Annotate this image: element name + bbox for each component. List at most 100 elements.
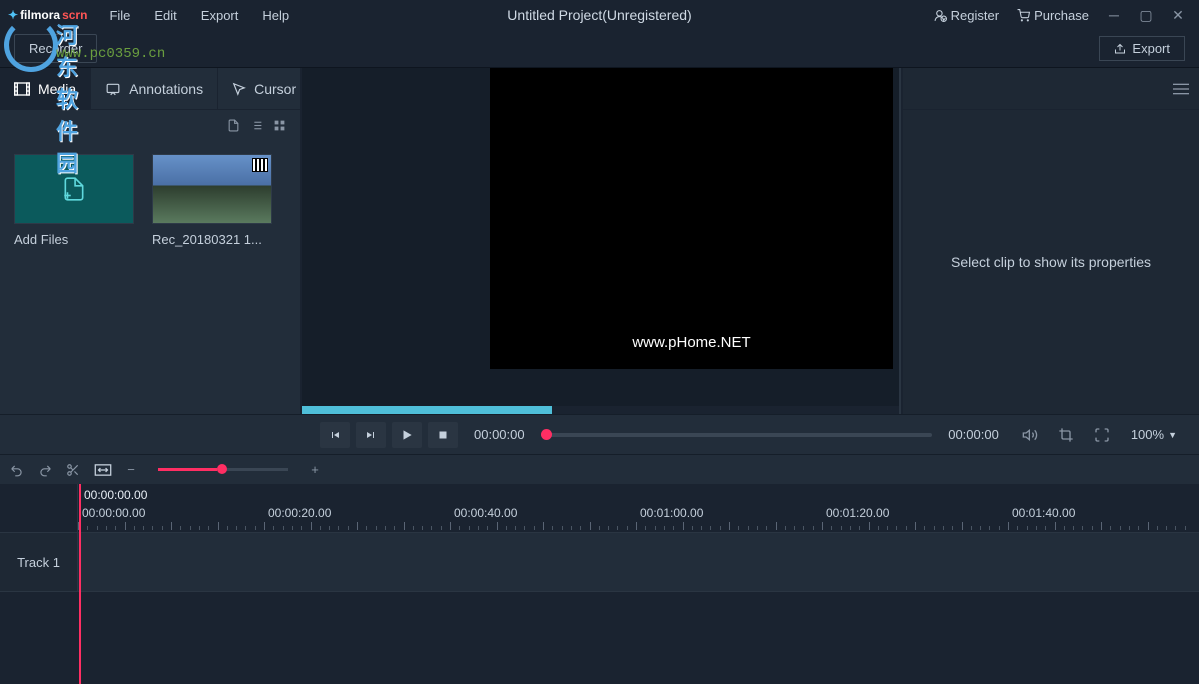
media-clip-item[interactable]: Rec_20180321 1...: [152, 154, 272, 247]
preview-watermark: www.pHome.NET: [632, 334, 750, 351]
menu-file[interactable]: File: [99, 4, 140, 27]
fullscreen-button[interactable]: [1087, 422, 1117, 448]
menu-icon[interactable]: [1173, 83, 1189, 95]
zoom-slider-handle[interactable]: [217, 464, 227, 474]
tick-mark: [1148, 522, 1149, 530]
prev-frame-button[interactable]: [320, 422, 350, 448]
tab-annotations[interactable]: Annotations: [91, 68, 218, 109]
list-view-icon[interactable]: [250, 119, 263, 132]
tick-mark: [264, 522, 265, 530]
tick-mark: [487, 526, 488, 530]
menu-export[interactable]: Export: [191, 4, 249, 27]
tick-mark: [143, 526, 144, 530]
tick-mark: [208, 526, 209, 530]
menu-edit[interactable]: Edit: [144, 4, 186, 27]
tick-mark: [720, 526, 721, 530]
menubar: File Edit Export Help: [99, 4, 299, 27]
next-frame-button[interactable]: [356, 422, 386, 448]
preview-scrollbar-thumb[interactable]: [302, 406, 552, 414]
tick-mark: [422, 526, 423, 530]
tick-mark: [1166, 526, 1167, 530]
grid-view-icon[interactable]: [273, 119, 286, 132]
menu-help[interactable]: Help: [252, 4, 299, 27]
tick-mark: [273, 526, 274, 530]
timeline-ruler[interactable]: 00:00:00.00 00:00:00.00 00:00:20.00 00:0…: [0, 484, 1199, 532]
recorder-button[interactable]: Recorder: [14, 34, 97, 63]
tick-mark: [1120, 526, 1121, 530]
tick-mark: [813, 526, 814, 530]
cut-button[interactable]: [66, 463, 84, 477]
cursor-icon: [232, 82, 246, 96]
tab-cursor[interactable]: Cursor: [218, 68, 311, 109]
add-file-icon: [61, 176, 87, 202]
tick-mark: [134, 526, 135, 530]
tick-mark: [683, 522, 684, 530]
tick-mark: [1185, 526, 1186, 530]
track-label: Track 1: [0, 533, 78, 591]
stop-button[interactable]: [428, 422, 458, 448]
tick-mark: [1175, 526, 1176, 530]
zoom-slider[interactable]: [158, 468, 288, 471]
logo-mark-icon: ✦: [8, 8, 18, 22]
tick-label: 00:01:20.00: [826, 506, 889, 520]
seek-handle[interactable]: [541, 429, 552, 440]
tick-mark: [1073, 526, 1074, 530]
tick-mark: [292, 526, 293, 530]
total-time: 00:00:00: [938, 427, 1009, 442]
track-header-col: [0, 484, 78, 532]
tab-media-label: Media: [38, 81, 76, 97]
play-button[interactable]: [392, 422, 422, 448]
export-icon: [1114, 43, 1126, 55]
tick-mark: [794, 526, 795, 530]
tick-mark: [236, 526, 237, 530]
brand-text2: scrn: [62, 8, 87, 22]
tick-mark: [580, 526, 581, 530]
tick-mark: [1008, 522, 1009, 530]
ruler-ticks: 00:00:00.00 00:00:20.00 00:00:40.00 00:0…: [78, 506, 1199, 530]
tab-media[interactable]: Media: [0, 68, 91, 109]
tick-mark: [785, 526, 786, 530]
tick-mark: [245, 526, 246, 530]
zoom-slider-fill: [158, 468, 217, 471]
purchase-link[interactable]: Purchase: [1011, 6, 1095, 25]
tick-label: 00:01:00.00: [640, 506, 703, 520]
tick-mark: [125, 522, 126, 530]
track-body[interactable]: [78, 533, 1199, 591]
seek-bar[interactable]: [541, 433, 933, 437]
tick-mark: [1092, 526, 1093, 530]
tick-mark: [766, 526, 767, 530]
close-button[interactable]: ✕: [1165, 5, 1191, 25]
tick-mark: [106, 526, 107, 530]
preview-scrollbar[interactable]: [302, 406, 899, 414]
tick-mark: [320, 526, 321, 530]
tick-label: 00:00:40.00: [454, 506, 517, 520]
register-link[interactable]: Register: [928, 6, 1005, 25]
tick-mark: [87, 526, 88, 530]
tab-annotations-label: Annotations: [129, 81, 203, 97]
redo-button[interactable]: [38, 463, 56, 477]
tick-mark: [376, 526, 377, 530]
export-button[interactable]: Export: [1099, 36, 1185, 61]
maximize-button[interactable]: ▢: [1133, 5, 1159, 25]
tick-mark: [924, 526, 925, 530]
tick-mark: [218, 522, 219, 530]
import-icon[interactable]: [227, 119, 240, 132]
zoom-in-button[interactable]: +: [306, 462, 324, 477]
add-files-item[interactable]: Add Files: [14, 154, 134, 247]
tick-mark: [636, 522, 637, 530]
tick-mark: [1138, 526, 1139, 530]
preview-zoom[interactable]: 100% ▼: [1123, 427, 1185, 442]
track-row[interactable]: Track 1: [0, 532, 1199, 592]
tick-mark: [413, 526, 414, 530]
tick-mark: [543, 522, 544, 530]
preview-canvas[interactable]: www.pHome.NET: [302, 68, 901, 414]
undo-button[interactable]: [10, 463, 28, 477]
minimize-button[interactable]: ─: [1101, 5, 1127, 25]
zoom-out-button[interactable]: −: [122, 462, 140, 477]
volume-button[interactable]: [1015, 422, 1045, 448]
tick-mark: [738, 526, 739, 530]
tick-mark: [227, 526, 228, 530]
fit-button[interactable]: [94, 463, 112, 477]
crop-button[interactable]: [1051, 422, 1081, 448]
tick-mark: [645, 526, 646, 530]
